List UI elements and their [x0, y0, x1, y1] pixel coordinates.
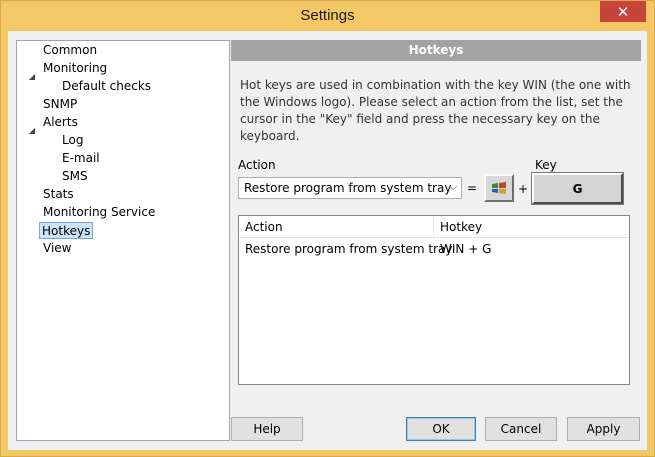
tree-item-hotkeys[interactable]: Hotkeys: [39, 222, 94, 239]
key-label: Key: [535, 158, 557, 172]
tree-item-common[interactable]: Common: [41, 42, 99, 59]
tree-item-monitoring-service[interactable]: Monitoring Service: [41, 204, 157, 221]
tree-item-alerts[interactable]: Alerts: [41, 114, 80, 131]
apply-button[interactable]: Apply: [567, 417, 640, 441]
hotkey-list[interactable]: Action Hotkey Restore program from syste…: [238, 215, 630, 385]
settings-window: Settings ✕ ◢ ◢ Common Monitoring Default…: [0, 0, 655, 457]
help-button[interactable]: Help: [231, 417, 303, 441]
plus-sign: +: [518, 182, 529, 196]
list-header: Action Hotkey: [239, 216, 629, 238]
expand-arrow-icon[interactable]: ◢: [27, 122, 37, 139]
row-hotkey-cell: WIN + G: [440, 242, 492, 256]
equals-sign: =: [467, 181, 478, 195]
windows-logo-icon: [492, 182, 506, 194]
settings-tree[interactable]: ◢ ◢ Common Monitoring Default checks SNM…: [16, 40, 230, 441]
cancel-button[interactable]: Cancel: [485, 417, 557, 441]
title-bar[interactable]: Settings ✕: [1, 1, 654, 31]
close-button[interactable]: ✕: [600, 1, 646, 22]
tree-item-stats[interactable]: Stats: [41, 186, 76, 203]
action-dropdown[interactable]: Restore program from system tray ⌵: [238, 177, 462, 199]
key-field[interactable]: G: [531, 172, 624, 205]
action-label: Action: [238, 158, 276, 172]
tree-item-monitoring[interactable]: Monitoring: [41, 60, 109, 77]
tree-item-snmp[interactable]: SNMP: [41, 96, 79, 113]
row-action-cell: Restore program from system tray: [245, 242, 453, 256]
tree-item-default-checks[interactable]: Default checks: [60, 78, 153, 95]
dialog-body: ◢ ◢ Common Monitoring Default checks SNM…: [8, 31, 647, 450]
action-dropdown-value: Restore program from system tray: [244, 181, 452, 195]
ok-button[interactable]: OK: [406, 417, 476, 441]
windows-key-button[interactable]: [484, 174, 514, 202]
window-title: Settings: [300, 7, 355, 24]
tree-item-log[interactable]: Log: [60, 132, 85, 149]
section-header: Hotkeys: [231, 40, 641, 61]
close-icon: ✕: [616, 2, 630, 21]
table-row[interactable]: Restore program from system tray WIN + G: [239, 240, 629, 258]
tree-item-view[interactable]: View: [41, 240, 73, 257]
column-header-action[interactable]: Action: [239, 216, 433, 238]
tree-item-email[interactable]: E-mail: [60, 150, 102, 167]
chevron-down-icon[interactable]: ⌵: [449, 178, 457, 198]
hotkeys-description: Hot keys are used in combination with th…: [240, 78, 631, 143]
expand-arrow-icon[interactable]: ◢: [27, 68, 37, 85]
column-header-hotkey[interactable]: Hotkey: [434, 216, 629, 238]
tree-item-sms[interactable]: SMS: [60, 168, 90, 185]
